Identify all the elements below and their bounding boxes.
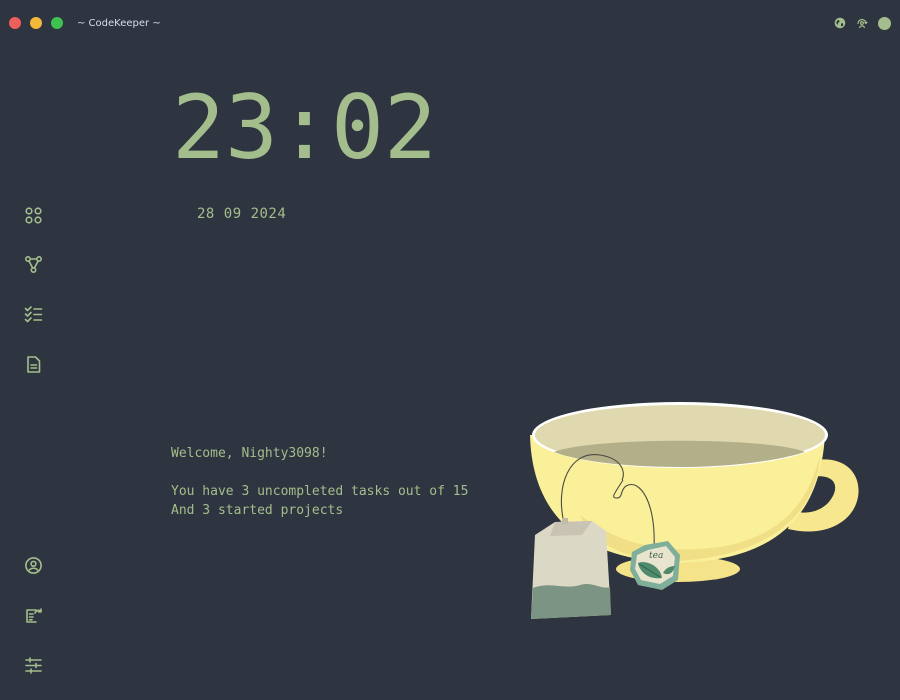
projects-summary: And 3 started projects — [171, 503, 344, 518]
tasks-summary: You have 3 uncompleted tasks out of 15 — [171, 484, 469, 499]
git-branch-icon[interactable] — [24, 255, 43, 274]
sliders-icon[interactable] — [24, 656, 43, 675]
minimize-window-button[interactable] — [30, 17, 42, 29]
title-bar[interactable]: ~ CodeKeeper ~ — [0, 0, 900, 46]
user-sync-icon[interactable] — [856, 17, 868, 29]
status-indicator[interactable] — [878, 17, 891, 30]
maximize-window-button[interactable] — [51, 17, 63, 29]
app-window: ~ CodeKeeper ~ 23:02 28 09 2024 Welcome,… — [0, 0, 900, 700]
tea-tag-text: tea — [649, 551, 663, 561]
globe-icon[interactable] — [834, 17, 846, 29]
clock-date: 28 09 2024 — [197, 206, 287, 222]
teacup-illustration: tea — [530, 402, 859, 619]
checklist-icon[interactable] — [24, 305, 43, 324]
close-window-button[interactable] — [9, 17, 21, 29]
welcome-text: Welcome, Nighty3098! — [171, 446, 328, 461]
apps-grid-icon[interactable] — [24, 206, 43, 225]
tasks-refresh-icon[interactable] — [24, 606, 43, 625]
clock-time: 23:02 — [172, 76, 437, 179]
user-circle-icon[interactable] — [24, 556, 43, 575]
document-icon[interactable] — [24, 355, 43, 374]
window-title: ~ CodeKeeper ~ — [77, 18, 161, 29]
greeting-block: Welcome, Nighty3098! You have 3 uncomple… — [171, 444, 468, 520]
